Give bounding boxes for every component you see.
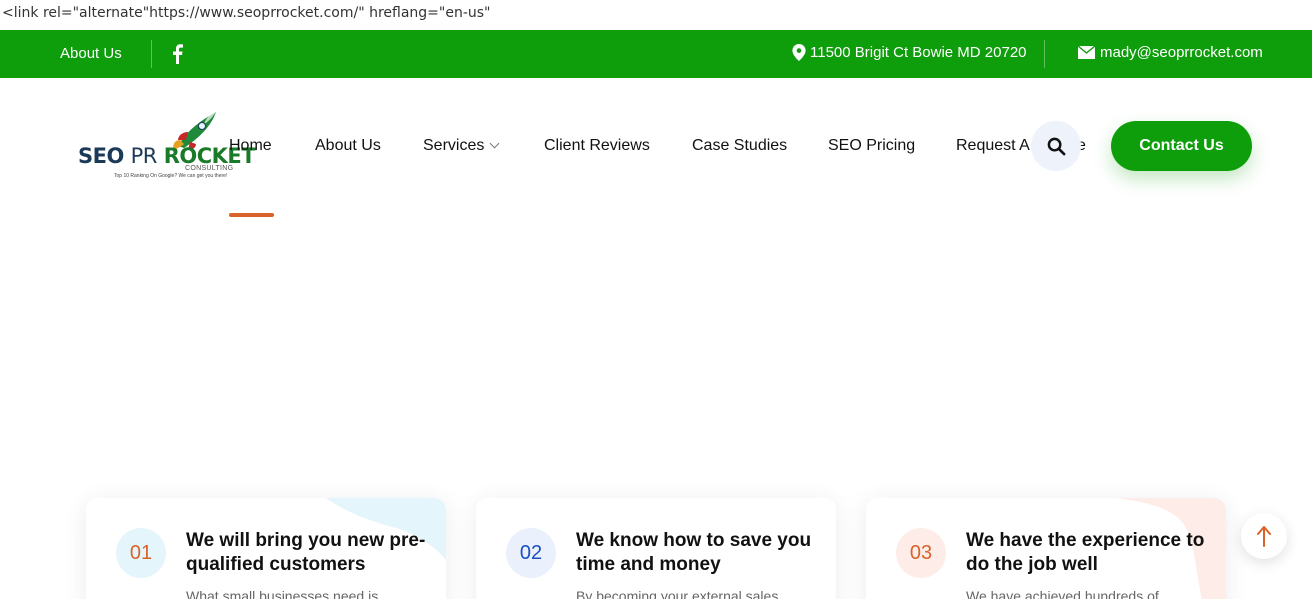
nav-home[interactable]: Home xyxy=(229,137,274,217)
logo-consulting: CONSULTING xyxy=(185,165,234,172)
logo-tagline: Top 10 Ranking On Google? We can get you… xyxy=(114,173,228,179)
card-description: We have achieved hundreds of xyxy=(966,588,1159,599)
feature-card: 02 We know how to save you time and mone… xyxy=(476,498,836,599)
logo-seo: SEO xyxy=(78,144,124,168)
nav-services[interactable]: Services xyxy=(423,137,500,155)
nav-about[interactable]: About Us xyxy=(315,137,381,155)
email-text[interactable]: mady@seoprrocket.com xyxy=(1100,44,1263,61)
topbar-address: 11500 Brigit Ct Bowie MD 20720 xyxy=(792,44,1027,61)
card-title: We have the experience to do the job wel… xyxy=(966,530,1205,575)
scroll-to-top-button[interactable] xyxy=(1241,513,1287,559)
nav-client-reviews[interactable]: Client Reviews xyxy=(544,137,650,155)
facebook-icon[interactable] xyxy=(171,44,183,64)
map-pin-icon xyxy=(792,44,806,61)
card-number: 02 xyxy=(506,528,556,578)
chevron-down-icon xyxy=(489,138,500,149)
nav-services-label: Services xyxy=(423,137,485,154)
topbar-email[interactable]: mady@seoprrocket.com xyxy=(1078,44,1263,61)
arrow-up-icon xyxy=(1257,526,1271,547)
address-text: 11500 Brigit Ct Bowie MD 20720 xyxy=(810,44,1027,61)
card-title: We will bring you new pre-qualified cust… xyxy=(186,530,426,575)
contact-us-button[interactable]: Contact Us xyxy=(1111,121,1252,171)
top-bar: About Us 11500 Brigit Ct Bowie MD 20720 … xyxy=(0,30,1312,78)
raw-link-text: <link rel="alternate"https://www.seoprro… xyxy=(2,5,491,21)
card-description: By becoming your external sales xyxy=(576,588,779,599)
card-number: 03 xyxy=(896,528,946,578)
feature-card: 03 We have the experience to do the job … xyxy=(866,498,1226,599)
topbar-divider xyxy=(151,40,152,68)
search-icon xyxy=(1047,137,1065,155)
nav-case-studies[interactable]: Case Studies xyxy=(692,137,787,155)
logo-pr: PR xyxy=(130,144,158,168)
nav-seo-pricing[interactable]: SEO Pricing xyxy=(828,137,915,155)
topbar-divider xyxy=(1044,40,1045,68)
search-button[interactable] xyxy=(1031,121,1081,171)
topbar-about-link[interactable]: About Us xyxy=(60,45,122,62)
nav-request[interactable]: Request A xyxy=(956,137,1030,155)
card-description: What small businesses need is xyxy=(186,588,379,599)
feature-card: 01 We will bring you new pre-qualified c… xyxy=(86,498,446,599)
envelope-icon xyxy=(1078,46,1095,59)
card-number: 01 xyxy=(116,528,166,578)
card-title: We know how to save you time and money xyxy=(576,530,812,575)
